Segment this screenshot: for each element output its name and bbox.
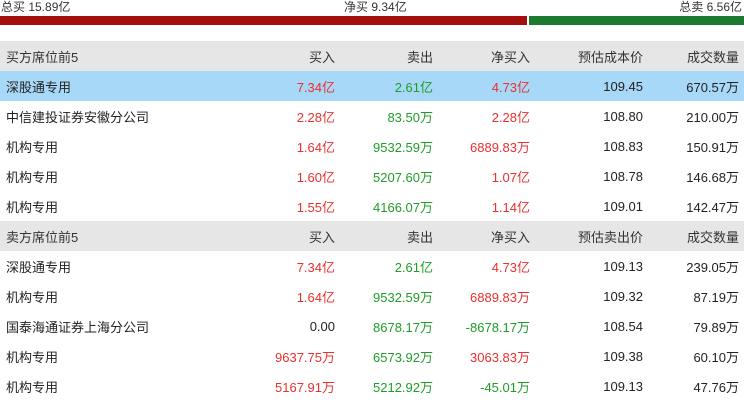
table-row[interactable]: 机构专用 9637.75万 6573.92万 3063.83万 109.38 60.10万 — [0, 341, 744, 371]
estimated-price: 109.01 — [603, 198, 643, 214]
header-net: 净买入 — [433, 41, 530, 71]
header-buy: 买入 — [245, 41, 335, 71]
sell-table-header: 卖方席位前5 买入 卖出 净买入 预估卖出价 成交数量 — [0, 221, 744, 251]
net-buy-amount: -45.01万 — [480, 379, 530, 395]
sell-amount: 6573.92万 — [373, 349, 433, 365]
trade-volume: 47.76万 — [693, 379, 739, 395]
estimated-price: 109.45 — [530, 71, 643, 101]
trade-volume: 150.91万 — [686, 139, 739, 155]
header-volume: 成交数量 — [643, 221, 744, 251]
seat-name: 国泰海通证券上海分公司 — [6, 319, 150, 335]
header-price: 预估卖出价 — [530, 221, 643, 251]
table-row[interactable]: 机构专用 1.60亿 5207.60万 1.07亿 108.78 146.68万 — [0, 161, 744, 191]
seat-name: 深股通专用 — [0, 71, 245, 101]
sell-amount: 8678.17万 — [373, 319, 433, 335]
table-row[interactable]: 机构专用 1.55亿 4166.07万 1.14亿 109.01 142.47万 — [0, 191, 744, 221]
header-volume: 成交数量 — [643, 41, 744, 71]
header-sell: 卖出 — [335, 41, 433, 71]
net-buy-amount: 4.73亿 — [433, 71, 530, 101]
seat-name: 中信建投证券安徽分公司 — [6, 109, 150, 125]
buy-amount: 7.34亿 — [296, 259, 335, 275]
net-buy-amount: -8678.17万 — [465, 319, 530, 335]
trade-volume: 239.05万 — [686, 259, 739, 275]
table-row[interactable]: 国泰海通证券上海分公司 0.00 8678.17万 -8678.17万 108.54 79… — [0, 311, 744, 341]
net-buy-label: 净买 9.34亿 — [344, 0, 407, 14]
buy-sell-ratio-bar — [0, 16, 744, 25]
table-row[interactable]: 深股通专用 7.34亿 2.61亿 4.73亿 109.45 670.57万 — [0, 71, 744, 101]
seat-name: 机构专用 — [6, 169, 59, 185]
trade-volume: 79.89万 — [693, 319, 739, 335]
table-row[interactable]: 机构专用 1.64亿 9532.59万 6889.83万 108.83 150.91万 — [0, 131, 744, 161]
net-buy-amount: 6889.83万 — [470, 139, 530, 155]
table-row[interactable]: 中信建投证券安徽分公司 2.28亿 83.50万 2.28亿 108.80 210.00万 — [0, 101, 744, 131]
trade-volume: 670.57万 — [643, 71, 744, 101]
seat-name: 机构专用 — [6, 349, 59, 365]
net-buy-amount: 1.07亿 — [491, 169, 530, 185]
header-net: 净买入 — [433, 221, 530, 251]
seat-table: 买方席位前5 买入 卖出 净买入 预估成本价 成交数量 深股通专用 7.34亿 2.… — [0, 41, 744, 401]
sell-amount: 5212.92万 — [373, 379, 433, 395]
seat-name: 机构专用 — [6, 139, 59, 155]
trade-volume: 87.19万 — [693, 289, 739, 305]
net-buy-amount: 3063.83万 — [470, 349, 530, 365]
sell-amount: 83.50万 — [387, 109, 433, 125]
buy-amount: 0.00 — [309, 318, 335, 334]
trade-volume: 146.68万 — [686, 169, 739, 185]
estimated-price: 108.54 — [603, 318, 643, 334]
buy-portion-bar — [0, 16, 527, 25]
net-buy-amount: 4.73亿 — [491, 259, 530, 275]
buy-amount: 1.60亿 — [296, 169, 335, 185]
header-price: 预估成本价 — [530, 41, 643, 71]
seat-name: 机构专用 — [6, 379, 59, 395]
estimated-price: 109.32 — [603, 288, 643, 304]
net-buy-amount: 6889.83万 — [470, 289, 530, 305]
table-row[interactable]: 深股通专用 7.34亿 2.61亿 4.73亿 109.13 239.05万 — [0, 251, 744, 281]
buy-table-header: 买方席位前5 买入 卖出 净买入 预估成本价 成交数量 — [0, 41, 744, 71]
sell-amount: 5207.60万 — [373, 169, 433, 185]
header-sell: 卖出 — [335, 221, 433, 251]
net-buy-amount: 2.28亿 — [491, 109, 530, 125]
estimated-price: 109.13 — [603, 378, 643, 394]
sell-amount: 2.61亿 — [394, 259, 433, 275]
table-row[interactable]: 机构专用 1.64亿 9532.59万 6889.83万 109.32 87.19万 — [0, 281, 744, 311]
estimated-price: 108.78 — [603, 168, 643, 184]
seat-name: 机构专用 — [6, 199, 59, 215]
header-seat: 卖方席位前5 — [0, 221, 245, 251]
sell-amount: 9532.59万 — [373, 289, 433, 305]
buy-amount: 1.55亿 — [296, 199, 335, 215]
total-sell-label: 总卖 6.56亿 — [679, 0, 742, 14]
sell-amount: 4166.07万 — [373, 199, 433, 215]
net-buy-amount: 1.14亿 — [491, 199, 530, 215]
buy-amount: 1.64亿 — [296, 139, 335, 155]
seat-name: 深股通专用 — [6, 259, 72, 275]
estimated-price: 109.13 — [603, 258, 643, 274]
sell-amount: 9532.59万 — [373, 139, 433, 155]
table-row[interactable]: 机构专用 5167.91万 5212.92万 -45.01万 109.13 47.76万 — [0, 371, 744, 401]
header-seat: 买方席位前5 — [0, 41, 245, 71]
summary-bar: 总买 15.89亿 净买 9.34亿 总卖 6.56亿 — [0, 0, 744, 16]
trade-volume: 210.00万 — [686, 109, 739, 125]
buy-amount: 9637.75万 — [275, 349, 335, 365]
total-buy-label: 总买 15.89亿 — [1, 0, 71, 14]
buy-amount: 5167.91万 — [275, 379, 335, 395]
buy-amount: 1.64亿 — [296, 289, 335, 305]
estimated-price: 108.83 — [603, 138, 643, 154]
seat-name: 机构专用 — [6, 289, 59, 305]
header-buy: 买入 — [245, 221, 335, 251]
estimated-price: 109.38 — [603, 348, 643, 364]
trade-volume: 60.10万 — [693, 349, 739, 365]
buy-amount: 2.28亿 — [296, 109, 335, 125]
buy-amount: 7.34亿 — [245, 71, 335, 101]
estimated-price: 108.80 — [603, 108, 643, 124]
trade-volume: 142.47万 — [686, 199, 739, 215]
sell-amount: 2.61亿 — [335, 71, 433, 101]
sell-portion-bar — [529, 16, 744, 25]
